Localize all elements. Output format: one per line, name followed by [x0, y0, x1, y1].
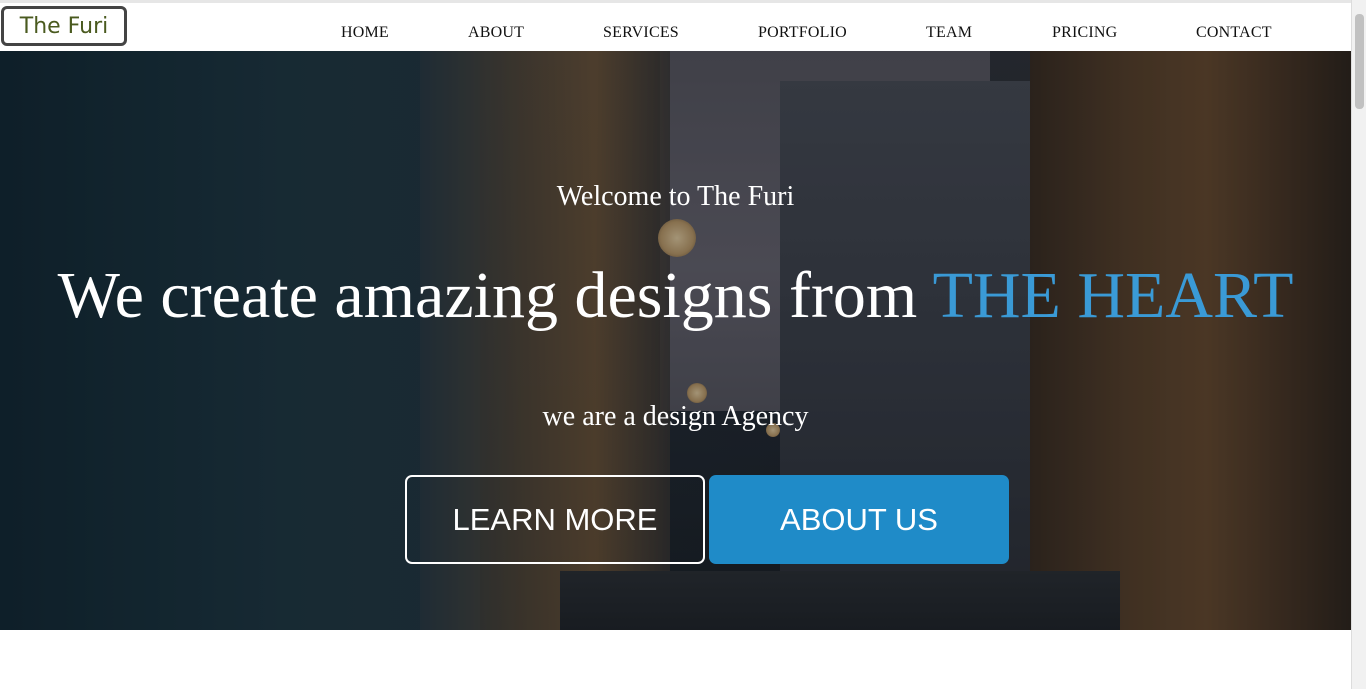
hero-headline-main: We create amazing designs from	[57, 259, 918, 332]
nav-item-contact[interactable]: CONTACT	[1196, 24, 1272, 42]
learn-more-button[interactable]: LEARN MORE	[405, 475, 705, 564]
page-scrollbar[interactable]	[1351, 0, 1366, 689]
hero-welcome-text: Welcome to The Furi	[556, 181, 795, 212]
brand-logo[interactable]: The Furi	[1, 6, 127, 46]
nav-item-portfolio[interactable]: PORTFOLIO	[758, 24, 847, 42]
hero-headline-accent: THE HEART	[932, 259, 1294, 332]
hero-section: Welcome to The Furi We create amazing de…	[0, 51, 1351, 630]
nav-item-about[interactable]: ABOUT	[468, 24, 524, 42]
nav-item-services[interactable]: SERVICES	[603, 24, 679, 42]
hero-headline: We create amazing designs from THE HEART	[0, 256, 1351, 336]
scrollbar-thumb[interactable]	[1355, 14, 1364, 109]
about-us-label: ABOUT US	[780, 501, 938, 537]
brand-logo-text: The Furi	[19, 13, 109, 39]
nav-item-team[interactable]: TEAM	[926, 24, 972, 42]
nav-item-pricing[interactable]: PRICING	[1052, 24, 1117, 42]
nav-item-home[interactable]: HOME	[341, 24, 389, 42]
hero-tagline: we are a design Agency	[542, 401, 809, 432]
top-navbar: The Furi HOME ABOUT SERVICES PORTFOLIO T…	[0, 0, 1351, 51]
top-divider	[0, 0, 1351, 3]
about-us-button[interactable]: ABOUT US	[709, 475, 1009, 564]
learn-more-label: LEARN MORE	[452, 501, 658, 537]
